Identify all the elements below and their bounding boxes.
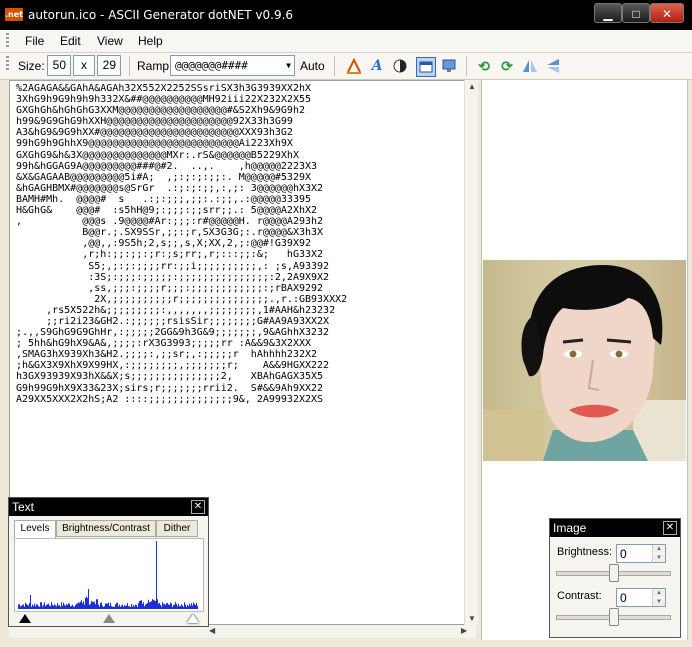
status-strip xyxy=(0,640,692,647)
spin-down-icon[interactable]: ▼ xyxy=(652,554,665,562)
levels-slider[interactable] xyxy=(19,614,199,624)
image-panel: Image ✕ Brightness: 0 ▲ ▼ Contrast: 0 ▲ … xyxy=(549,518,681,638)
white-point-handle[interactable] xyxy=(187,614,199,623)
text-panel-close-icon[interactable]: ✕ xyxy=(191,500,205,514)
toolbar: Size: 50 x 29 Ramp: @@@@@@@#### ▼ Auto A… xyxy=(0,53,692,80)
scroll-up-icon[interactable]: ▲ xyxy=(468,82,476,91)
flip-horizontal-icon[interactable] xyxy=(521,57,539,75)
tab-dither[interactable]: Dither xyxy=(156,520,198,537)
toolbar-separator xyxy=(466,56,467,76)
contrast-value: 0 xyxy=(620,591,627,605)
midtone-handle[interactable] xyxy=(103,614,115,623)
monitor-icon[interactable] xyxy=(440,57,458,75)
contrast-label: Contrast: xyxy=(557,590,602,602)
chevron-down-icon: ▼ xyxy=(286,56,291,75)
source-image[interactable] xyxy=(483,260,686,461)
histogram-chart xyxy=(18,541,198,609)
ascii-art-text: %2AGAGA&&GAhA&AGAh32X552X2252SSsriSX3h3G… xyxy=(16,83,348,405)
menu-edit[interactable]: Edit xyxy=(60,34,81,48)
ramp-value: @@@@@@@#### xyxy=(175,59,248,72)
vertical-scrollbar[interactable]: ▲ ▼ xyxy=(464,80,478,625)
scroll-right-icon[interactable]: ▶ xyxy=(461,626,467,635)
spin-up-icon[interactable]: ▲ xyxy=(652,589,665,597)
window-title: autorun.ico - ASCII Generator dotNET v0.… xyxy=(28,8,294,22)
font-color-icon[interactable] xyxy=(345,57,363,75)
menu-view[interactable]: View xyxy=(97,34,123,48)
scroll-left-icon[interactable]: ◀ xyxy=(209,626,215,635)
toolbar-separator xyxy=(334,56,335,76)
tab-levels[interactable]: Levels xyxy=(14,520,56,538)
brightness-spinner[interactable]: 0 ▲ ▼ xyxy=(616,544,666,563)
tab-brightness-contrast[interactable]: Brightness/Contrast xyxy=(56,520,156,537)
title-bar[interactable]: .net autorun.ico - ASCII Generator dotNE… xyxy=(0,0,692,30)
brightness-slider-thumb[interactable] xyxy=(608,564,619,582)
image-panel-close-icon[interactable]: ✕ xyxy=(663,521,677,535)
toolbar-grip xyxy=(6,56,9,72)
auto-button[interactable]: Auto xyxy=(300,59,325,73)
toolbar-separator xyxy=(129,56,130,76)
invert-icon[interactable] xyxy=(391,57,409,75)
menu-bar: File Edit View Help xyxy=(0,30,692,53)
levels-histogram xyxy=(14,538,204,612)
ramp-select[interactable]: @@@@@@@#### ▼ xyxy=(170,55,295,76)
app-icon: .net xyxy=(5,8,23,21)
contrast-slider-thumb[interactable] xyxy=(608,608,619,626)
minimize-button[interactable]: ▁ xyxy=(594,3,622,23)
brightness-label: Brightness: xyxy=(557,546,613,558)
font-icon[interactable]: A xyxy=(368,57,386,75)
contrast-spinner[interactable]: 0 ▲ ▼ xyxy=(616,588,666,607)
brightness-value: 0 xyxy=(620,547,627,561)
spin-down-icon[interactable]: ▼ xyxy=(652,598,665,606)
spin-up-icon[interactable]: ▲ xyxy=(652,545,665,553)
flip-vertical-icon[interactable] xyxy=(544,57,562,75)
text-panel-title[interactable]: Text xyxy=(9,498,208,516)
ramp-label: Ramp: xyxy=(137,59,173,73)
close-button[interactable]: ✕ xyxy=(650,3,684,23)
menu-file[interactable]: File xyxy=(25,34,44,48)
app-window: .net autorun.ico - ASCII Generator dotNE… xyxy=(0,0,692,647)
rotate-left-icon[interactable]: ⟲ xyxy=(475,57,493,75)
rotate-right-icon[interactable]: ⟳ xyxy=(498,57,516,75)
text-panel: Text ✕ Levels Brightness/Contrast Dither xyxy=(8,497,209,627)
scroll-down-icon[interactable]: ▼ xyxy=(468,614,476,623)
lock-ratio-button[interactable]: x xyxy=(73,55,95,76)
image-panel-title[interactable]: Image xyxy=(550,519,680,537)
height-input[interactable]: 29 xyxy=(97,55,121,76)
width-input[interactable]: 50 xyxy=(47,55,71,76)
menu-help[interactable]: Help xyxy=(138,34,163,48)
size-label: Size: xyxy=(18,59,45,73)
black-point-handle[interactable] xyxy=(19,614,31,623)
maximize-button[interactable]: □ xyxy=(622,3,650,23)
menu-grip xyxy=(6,33,9,49)
fit-icon[interactable] xyxy=(416,57,436,77)
